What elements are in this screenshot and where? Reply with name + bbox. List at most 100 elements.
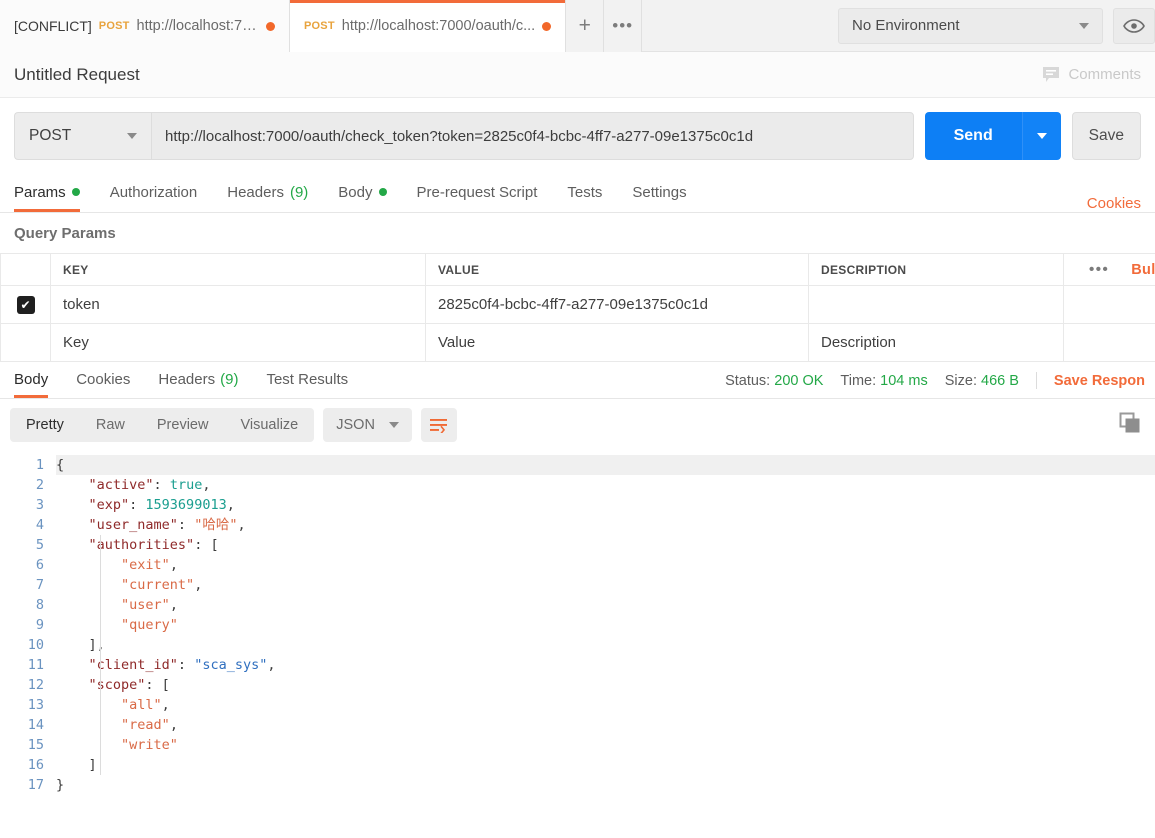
chevron-down-icon: [1079, 23, 1089, 29]
code-line: "write": [56, 735, 1155, 755]
environment-selected-label: No Environment: [852, 17, 960, 34]
tab-body[interactable]: Body: [323, 172, 401, 212]
line-number: 9: [0, 615, 44, 635]
code-token: ,: [237, 517, 245, 533]
tab-bar: [CONFLICT] POST http://localhost:70... P…: [0, 0, 1155, 52]
code-token: "read": [121, 717, 170, 733]
response-code[interactable]: 1234567891011121314151617 { "active": tr…: [0, 455, 1155, 795]
tab-label: Tests: [567, 184, 602, 201]
status-group: Status: 200 OK: [725, 373, 823, 389]
copy-response-button[interactable]: [1119, 412, 1143, 439]
code-token: ]: [56, 757, 97, 773]
word-wrap-button[interactable]: [421, 408, 457, 442]
comments-button[interactable]: Comments: [1042, 66, 1141, 83]
comments-label: Comments: [1068, 66, 1141, 83]
save-button[interactable]: Save: [1072, 112, 1141, 160]
response-bar: Body Cookies Headers (9) Test Results St…: [0, 362, 1155, 399]
tab-label: Cookies: [76, 371, 130, 388]
send-group: Send: [925, 112, 1061, 160]
row-checkbox-cell[interactable]: ✔: [1, 286, 51, 324]
tab-label: Test Results: [266, 371, 348, 388]
request-tab-conflict[interactable]: [CONFLICT] POST http://localhost:70...: [0, 0, 290, 52]
unsaved-dot-icon[interactable]: [542, 22, 551, 31]
code-token: [56, 717, 121, 733]
time-label: Time:: [840, 373, 876, 389]
save-response-button[interactable]: Save Respon: [1054, 373, 1145, 389]
view-preview-button[interactable]: Preview: [141, 408, 225, 442]
tab-count: (9): [290, 184, 308, 201]
code-line: "user_name": "哈哈",: [56, 515, 1155, 535]
code-token: : [: [194, 537, 218, 553]
code-line: "read",: [56, 715, 1155, 735]
response-code-lines[interactable]: { "active": true, "exp": 1593699013, "us…: [56, 455, 1155, 795]
response-tab-test-results[interactable]: Test Results: [252, 361, 362, 398]
request-tab-check-token[interactable]: POST http://localhost:7000/oauth/c...: [290, 0, 566, 52]
code-token: [56, 657, 89, 673]
query-params-title: Query Params: [0, 213, 1155, 253]
response-tab-body[interactable]: Body: [14, 361, 62, 398]
code-token: "query": [121, 617, 178, 633]
tab-settings[interactable]: Settings: [617, 172, 701, 212]
tab-tests[interactable]: Tests: [552, 172, 617, 212]
line-number: 4: [0, 515, 44, 535]
send-options-button[interactable]: [1022, 112, 1061, 160]
code-token: "current": [121, 577, 194, 593]
http-method-select[interactable]: POST: [14, 112, 151, 160]
tab-method-label: POST: [304, 20, 335, 32]
new-tab-button[interactable]: +: [566, 0, 604, 52]
row-key-cell[interactable]: token: [51, 286, 426, 324]
tab-label: Body: [14, 371, 48, 388]
code-line: "scope": [: [56, 675, 1155, 695]
table-row: ✔ token 2825c0f4-bcbc-4ff7-a277-09e1375c…: [1, 286, 1155, 324]
row-checkbox[interactable]: ✔: [17, 296, 35, 314]
url-input[interactable]: http://localhost:7000/oauth/check_token?…: [151, 112, 914, 160]
column-header-description: DESCRIPTION: [809, 254, 1064, 286]
row-value-cell[interactable]: 2825c0f4-bcbc-4ff7-a277-09e1375c0c1d: [426, 286, 809, 324]
tab-label: Headers: [227, 184, 284, 201]
new-value-input[interactable]: Value: [426, 324, 809, 362]
environment-zone: No Environment: [838, 0, 1155, 51]
unsaved-dot-icon[interactable]: [266, 22, 275, 31]
bulk-edit-link[interactable]: Bul: [1131, 262, 1155, 278]
response-format-bar: Pretty Raw Preview Visualize JSON: [0, 399, 1155, 451]
cookies-link[interactable]: Cookies: [1087, 195, 1141, 212]
tab-params[interactable]: Params: [14, 172, 95, 212]
view-visualize-button[interactable]: Visualize: [224, 408, 314, 442]
tab-headers[interactable]: Headers (9): [212, 172, 323, 212]
response-tabs: Body Cookies Headers (9) Test Results: [14, 361, 362, 398]
time-value: 104 ms: [880, 373, 928, 389]
line-number: 1: [0, 455, 44, 475]
new-description-input[interactable]: Description: [809, 324, 1064, 362]
view-pretty-button[interactable]: Pretty: [10, 408, 80, 442]
send-button[interactable]: Send: [925, 112, 1022, 160]
tab-pre-request-script[interactable]: Pre-request Script: [402, 172, 553, 212]
environment-quick-look-button[interactable]: [1113, 8, 1155, 44]
new-key-input[interactable]: Key: [51, 324, 426, 362]
size-value: 466 B: [981, 373, 1019, 389]
view-raw-button[interactable]: Raw: [80, 408, 141, 442]
ellipsis-icon[interactable]: •••: [1089, 261, 1109, 278]
tab-options-button[interactable]: •••: [604, 0, 642, 52]
response-format-controls: Pretty Raw Preview Visualize JSON: [10, 408, 457, 442]
tab-url-label: http://localhost:7000/oauth/c...: [342, 18, 535, 34]
response-tab-cookies[interactable]: Cookies: [62, 361, 144, 398]
code-token: [56, 597, 121, 613]
code-token: [56, 517, 89, 533]
response-tab-headers[interactable]: Headers (9): [144, 361, 252, 398]
code-token: : [: [145, 677, 169, 693]
tab-url-label: http://localhost:70...: [137, 18, 259, 34]
response-language-label: JSON: [336, 417, 375, 433]
code-line: ]: [56, 755, 1155, 775]
code-line: "exp": 1593699013,: [56, 495, 1155, 515]
tab-authorization[interactable]: Authorization: [95, 172, 213, 212]
modified-dot-icon: [72, 188, 80, 196]
time-group: Time: 104 ms: [840, 373, 927, 389]
code-token: [56, 477, 89, 493]
divider: [1036, 372, 1037, 389]
tab-count: (9): [220, 371, 238, 388]
row-checkbox-cell[interactable]: [1, 324, 51, 362]
environment-select[interactable]: No Environment: [838, 8, 1103, 44]
line-number: 6: [0, 555, 44, 575]
response-language-select[interactable]: JSON: [323, 408, 412, 442]
row-description-cell[interactable]: [809, 286, 1064, 324]
